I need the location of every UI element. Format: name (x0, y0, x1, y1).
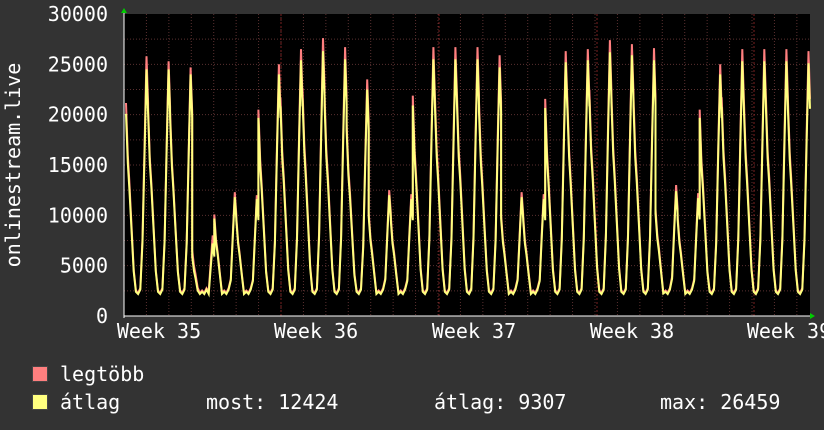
y-tick-label: 0 (96, 304, 108, 328)
legend-item-atlag: átlag (32, 390, 121, 414)
y-axis-arrow-icon (121, 8, 127, 13)
legend-swatch-legtobb (32, 366, 48, 382)
chart-area: 050001000015000200002500030000 Week 35 We… (1, 2, 824, 343)
y-tick-label: 10000 (48, 203, 108, 227)
x-tick-label: Week 38 (590, 319, 674, 343)
legend-label-legtobb: legtöbb (60, 362, 145, 386)
legend-label-atlag: átlag (60, 390, 121, 414)
x-tick-label: Week 36 (274, 319, 358, 343)
x-tick-label: Week 39 (747, 319, 824, 343)
legend-swatch-atlag (32, 394, 48, 410)
y-axis-label: onlinestream.live (1, 63, 25, 268)
stat-current: most: 12424 (206, 390, 339, 414)
y-tick-label: 5000 (60, 254, 108, 278)
x-tick-label: Week 35 (117, 319, 201, 343)
y-tick-label: 30000 (48, 2, 108, 26)
stat-average: átlag: 9307 (434, 390, 567, 414)
y-tick-label: 25000 (48, 52, 108, 76)
y-axis-ticks: 0 5000 10000 15000 20000 25000 30000 (48, 2, 108, 328)
x-tick-label: Week 37 (432, 319, 516, 343)
y-tick-label: 15000 (48, 153, 108, 177)
x-axis-ticks: Week 35 Week 36 Week 37 Week 38 Week 39 (117, 319, 824, 343)
legend-item-legtobb: legtöbb (32, 362, 145, 386)
stat-max: max: 26459 (660, 390, 781, 414)
y-tick-label: 20000 (48, 103, 108, 127)
